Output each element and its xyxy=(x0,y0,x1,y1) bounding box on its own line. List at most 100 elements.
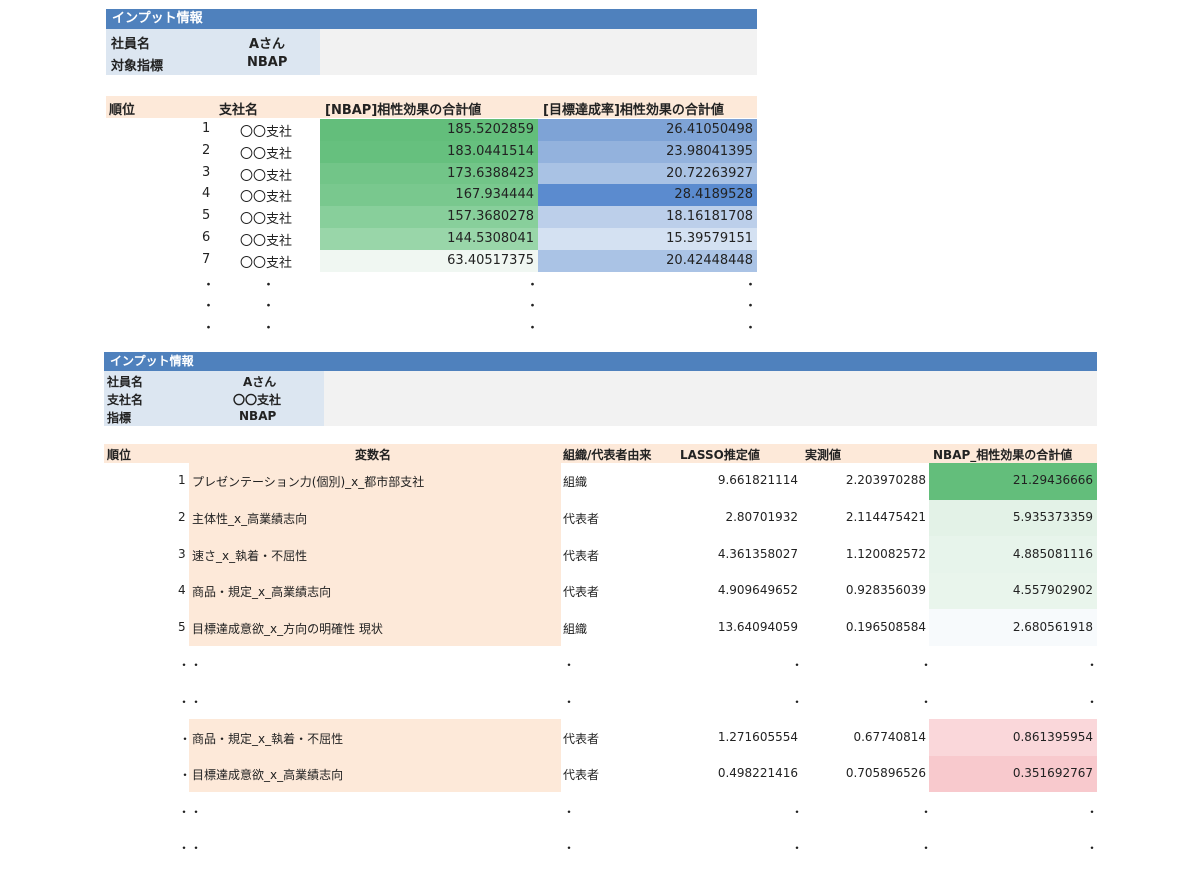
s2-total-value: 4.557902902 xyxy=(1012,583,1093,598)
s1-branch: 〇〇支社 xyxy=(240,234,293,249)
s2-total-value: 0.351692767 xyxy=(1012,766,1093,781)
s2-origin: 代表者 xyxy=(563,548,600,563)
s2-rank: 2 xyxy=(178,509,186,524)
s2-col-total: NBAP_相性効果の合計値 xyxy=(933,448,1073,462)
s2-ellipsis-total: ・ xyxy=(1086,658,1099,673)
s1-rank: 5 xyxy=(202,208,211,224)
s1-ellipsis-rank: ・ xyxy=(202,299,216,315)
s2-ellipsis-total: ・ xyxy=(1086,804,1099,819)
s2-actual-value: 0.705896526 xyxy=(845,766,926,781)
s2-actual-value: 0.196508584 xyxy=(845,619,926,634)
s1-target-value: 20.42448448 xyxy=(538,249,757,272)
s2-origin: 組織 xyxy=(563,475,588,490)
s1-col-nbap: [NBAP]相性効果の合計値 xyxy=(325,103,482,118)
s1-input-label-metric: 対象指標 xyxy=(111,59,164,74)
s1-nbap-value: 185.5202859 xyxy=(320,119,538,141)
s1-target-value: 26.41050498 xyxy=(538,119,757,141)
s2-ellipsis-origin: ・ xyxy=(563,694,576,709)
s2-origin: 代表者 xyxy=(563,768,600,783)
s2-actual-value: 2.114475421 xyxy=(845,509,926,524)
s2-actual-value: 0.928356039 xyxy=(845,583,926,598)
s2-ellipsis-rank: ・・ xyxy=(178,804,203,819)
s2-ellipsis-origin: ・ xyxy=(563,804,576,819)
s2-ellipsis-lasso: ・ xyxy=(791,694,804,709)
s1-target-value: 23.98041395 xyxy=(538,140,757,163)
s1-rank: 4 xyxy=(202,186,211,202)
s2-total-value: 2.680561918 xyxy=(1012,619,1093,634)
s2-ellipsis-rank: ・・ xyxy=(178,841,203,856)
section2-input-fill xyxy=(324,371,1097,426)
s2-input-label-branch: 支社名 xyxy=(107,393,144,407)
s2-ellipsis-origin: ・ xyxy=(563,841,576,856)
s2-ellipsis-lasso: ・ xyxy=(791,841,804,856)
s1-rank: 2 xyxy=(202,142,211,158)
s1-col-rank: 順位 xyxy=(109,103,136,118)
s1-rank: 3 xyxy=(202,164,211,180)
s2-variable-name: 商品・規定_x_高業績志向 xyxy=(192,585,332,600)
s1-branch: 〇〇支社 xyxy=(240,125,293,140)
s2-ellipsis-lasso: ・ xyxy=(791,658,804,673)
s2-ellipsis-rank: ・・ xyxy=(178,694,203,709)
s1-col-branch: 支社名 xyxy=(219,103,259,118)
s2-input-value-branch: 〇〇支社 xyxy=(233,393,282,407)
s2-col-actual: 実測値 xyxy=(805,448,842,462)
s2-variable-name: 商品・規定_x_執着・不屈性 xyxy=(192,731,344,746)
s2-total-value: 4.885081116 xyxy=(1012,546,1093,561)
s2-col-variable: 変数名 xyxy=(355,448,392,462)
s1-nbap-value: 167.934444 xyxy=(320,184,538,207)
section2-header: インプット情報 xyxy=(104,352,1097,371)
s1-ellipsis-target: ・ xyxy=(744,320,758,336)
s2-actual-value: 0.67740814 xyxy=(853,729,926,744)
s2-ellipsis-actual: ・ xyxy=(920,658,933,673)
s1-ellipsis-branch: ・ xyxy=(262,299,276,315)
section1-header: インプット情報 xyxy=(106,9,757,29)
s2-col-rank: 順位 xyxy=(107,448,132,462)
s2-variable-name: 速さ_x_執着・不屈性 xyxy=(192,548,308,563)
s2-actual-value: 1.120082572 xyxy=(845,546,926,561)
s1-branch: 〇〇支社 xyxy=(240,146,293,162)
s1-ellipsis-rank: ・ xyxy=(202,277,216,293)
s1-ellipsis-branch: ・ xyxy=(262,277,276,293)
s1-col-target: [目標達成率]相性効果の合計値 xyxy=(543,103,724,118)
s2-variable-name: 主体性_x_高業績志向 xyxy=(192,511,308,526)
s1-rank: 6 xyxy=(202,230,211,245)
s2-total-value: 5.935373359 xyxy=(1012,509,1093,524)
s2-rank: 5 xyxy=(178,619,186,634)
s1-nbap-value: 173.6388423 xyxy=(320,162,538,185)
s2-actual-value: 2.203970288 xyxy=(845,473,926,488)
s1-ellipsis-nbap: ・ xyxy=(526,299,540,315)
s1-target-value: 20.72263927 xyxy=(538,162,757,185)
s2-rank-ellipsis: ・ xyxy=(179,768,192,783)
s2-origin: 代表者 xyxy=(563,731,600,746)
s2-origin: 組織 xyxy=(563,621,588,636)
s1-ellipsis-rank: ・ xyxy=(202,320,216,336)
s2-total-value: 0.861395954 xyxy=(1012,729,1093,744)
s2-col-lasso: LASSO推定値 xyxy=(680,448,760,462)
s1-target-value: 28.4189528 xyxy=(538,184,757,207)
s2-origin: 代表者 xyxy=(563,585,600,600)
s1-ellipsis-target: ・ xyxy=(744,299,758,315)
s1-branch: 〇〇支社 xyxy=(240,168,293,184)
s1-ellipsis-nbap: ・ xyxy=(526,277,540,293)
s2-variable-name: 目標達成意欲_x_高業績志向 xyxy=(192,768,344,783)
s1-branch: 〇〇支社 xyxy=(240,212,293,228)
s1-nbap-value: 144.5308041 xyxy=(320,228,538,250)
s1-ellipsis-nbap: ・ xyxy=(526,320,540,336)
s2-rank: 3 xyxy=(178,546,186,561)
s2-input-value-employee: Aさん xyxy=(243,375,277,389)
s2-ellipsis-total: ・ xyxy=(1086,841,1099,856)
s1-target-value: 18.16181708 xyxy=(538,206,757,228)
s2-rank-ellipsis: ・ xyxy=(179,731,192,746)
s1-input-value-employee: Aさん xyxy=(249,37,286,52)
s2-ellipsis-origin: ・ xyxy=(563,658,576,673)
s2-ellipsis-actual: ・ xyxy=(920,804,933,819)
s2-input-value-metric: NBAP xyxy=(239,409,277,423)
s2-input-label-metric: 指標 xyxy=(107,411,132,425)
s2-ellipsis-actual: ・ xyxy=(920,841,933,856)
s1-input-value-metric: NBAP xyxy=(247,55,288,70)
s1-nbap-value: 183.0441514 xyxy=(320,140,538,163)
s1-rank: 7 xyxy=(202,251,211,267)
s2-ellipsis-total: ・ xyxy=(1086,694,1099,709)
s2-rank: 1 xyxy=(178,473,186,488)
s2-input-label-employee: 社員名 xyxy=(107,375,144,389)
